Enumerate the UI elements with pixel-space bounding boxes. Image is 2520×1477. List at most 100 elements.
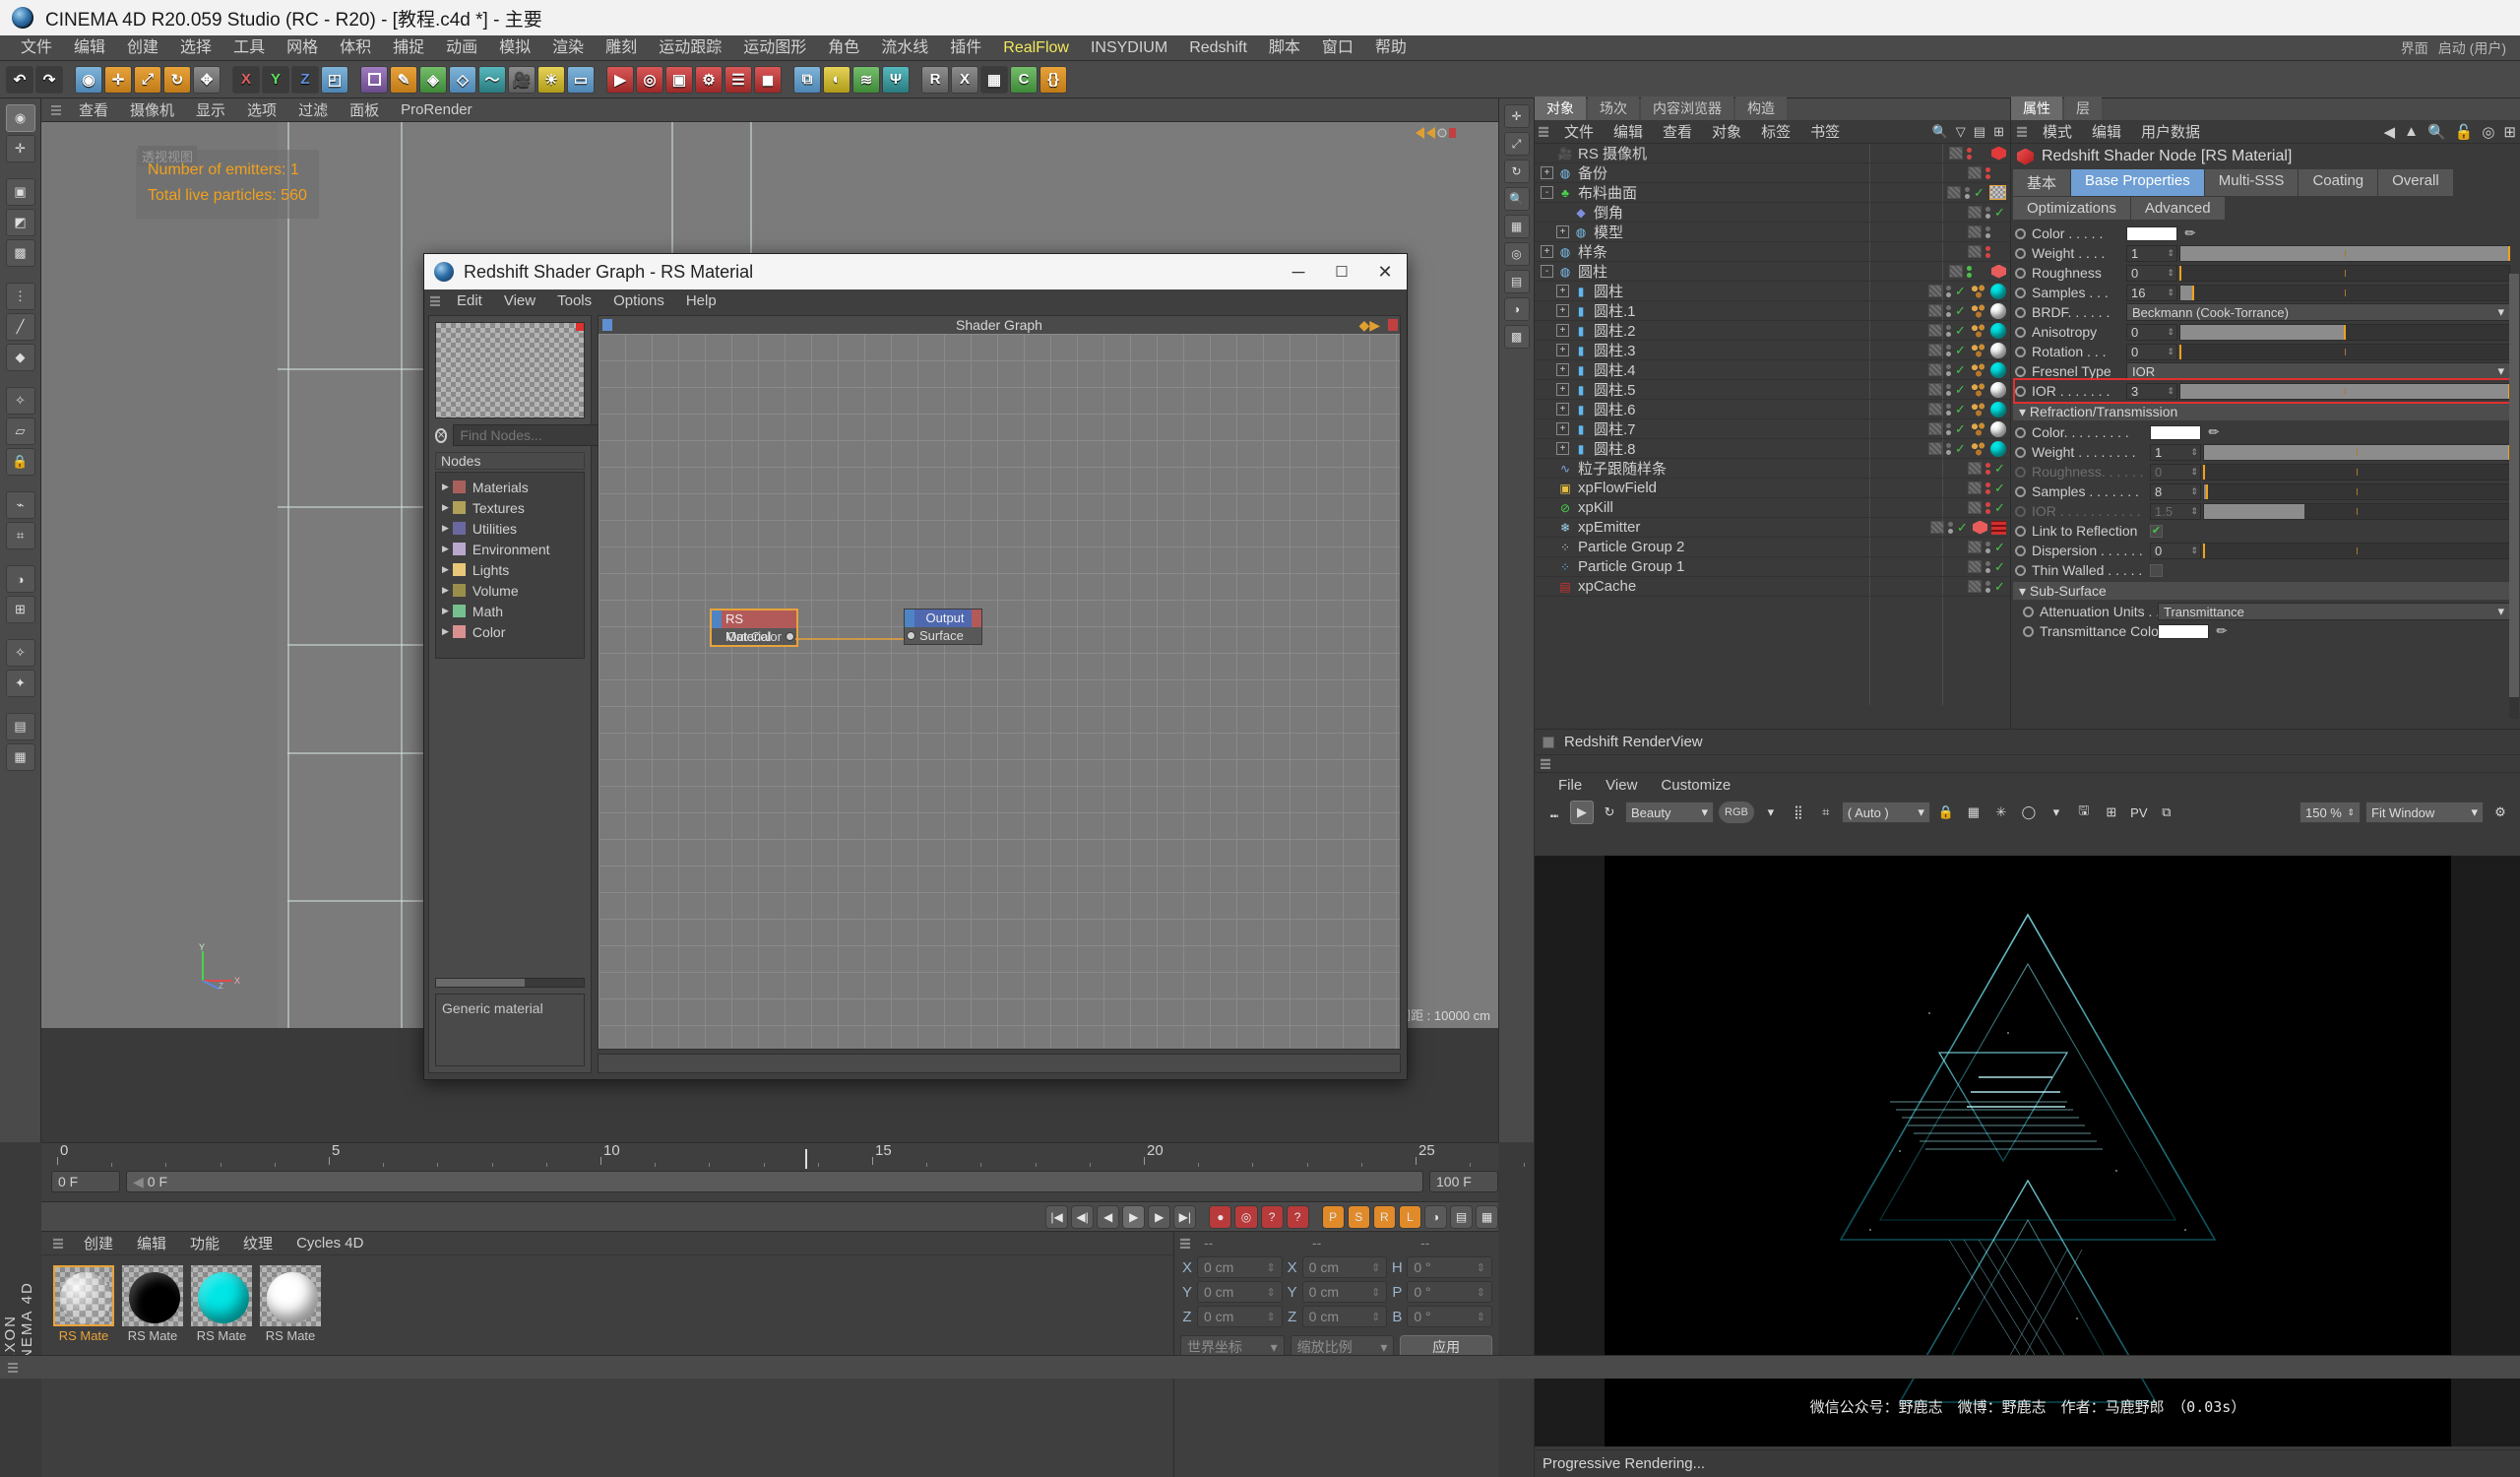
layer-color-swatch[interactable] bbox=[1949, 147, 1963, 160]
property-slider[interactable] bbox=[2203, 464, 2510, 481]
property-dropdown[interactable]: Beckmann (Cook-Torrance)▾ bbox=[2126, 303, 2510, 321]
render-queue-icon[interactable]: ☰ bbox=[724, 66, 752, 94]
property-row-roughness[interactable]: Roughness. . . . . .0⇕ bbox=[2011, 462, 2520, 482]
material-tag-icon[interactable] bbox=[1990, 284, 2006, 299]
object-row[interactable]: +▮圆柱.1✓ bbox=[1535, 301, 2010, 321]
object-row[interactable]: -◍圆柱 bbox=[1535, 262, 2010, 282]
material-swatch[interactable] bbox=[260, 1265, 321, 1326]
tree-expander[interactable]: + bbox=[1556, 442, 1569, 455]
eyedropper-icon[interactable]: ✎ bbox=[2213, 621, 2232, 640]
pv-icon[interactable]: PV bbox=[2127, 801, 2151, 824]
layer-color-swatch[interactable] bbox=[1968, 462, 1982, 475]
slider-knob[interactable] bbox=[2203, 544, 2205, 558]
bend-deformer-icon[interactable]: 〜 bbox=[478, 66, 506, 94]
property-tab-optimizations[interactable]: Optimizations bbox=[2013, 197, 2130, 220]
tree-expander[interactable]: ▶ bbox=[442, 523, 449, 534]
layer-color-swatch[interactable] bbox=[1928, 363, 1942, 376]
material-menubar[interactable]: 创建编辑功能纹理Cycles 4D bbox=[41, 1232, 1173, 1255]
tool-uv-icon[interactable]: ⊞ bbox=[6, 596, 35, 623]
panel-grip-icon[interactable] bbox=[430, 295, 440, 306]
object-menu-标签[interactable]: 标签 bbox=[1751, 121, 1800, 142]
tree-expander[interactable]: + bbox=[1556, 324, 1569, 337]
menu-item-流水线[interactable]: 流水线 bbox=[870, 35, 939, 61]
key-param-icon[interactable]: ? bbox=[1287, 1205, 1309, 1229]
object-manager-icons[interactable]: 🔍 ▽ ▤ ⊞ bbox=[1932, 124, 2004, 140]
tree-expander[interactable]: ▶ bbox=[442, 585, 449, 596]
slider-knob[interactable] bbox=[2192, 286, 2194, 300]
visibility-dots[interactable] bbox=[1985, 463, 1990, 475]
ratio-select[interactable]: ( Auto )▾ bbox=[1842, 802, 1930, 823]
property-number-field[interactable]: 0⇕ bbox=[2150, 543, 2201, 559]
object-enabled-check[interactable]: ✓ bbox=[1994, 579, 2006, 595]
xparticles-tag-icon[interactable] bbox=[1971, 442, 1986, 456]
menu-item-插件[interactable]: 插件 bbox=[939, 35, 992, 61]
property-row-ior[interactable]: IOR . . . . . . . . . . .1.5⇕ bbox=[2011, 501, 2520, 521]
zoom-field[interactable]: 150 %⇕ bbox=[2300, 802, 2361, 823]
coordinate-row[interactable]: Y0 cm⇕Y0 cm⇕P0 °⇕ bbox=[1180, 1281, 1492, 1303]
tool-object-mode-icon[interactable]: ◩ bbox=[6, 209, 35, 236]
tree-expander[interactable]: - bbox=[1541, 186, 1553, 199]
group-subsurface[interactable]: ▾ Sub-Surface bbox=[2013, 582, 2510, 600]
attribute-scrollbar[interactable] bbox=[2509, 274, 2519, 719]
property-port-toggle[interactable] bbox=[2015, 467, 2026, 478]
color-swatch[interactable] bbox=[2158, 624, 2209, 639]
object-row[interactable]: +▮圆柱.3✓ bbox=[1535, 341, 2010, 360]
node-input-port[interactable] bbox=[905, 610, 914, 627]
object-enabled-check[interactable]: ✓ bbox=[1955, 284, 1967, 299]
object-row[interactable]: ∿粒子跟随样条✓ bbox=[1535, 459, 2010, 479]
render-region-icon[interactable]: ◎ bbox=[636, 66, 663, 94]
object-enabled-check[interactable]: ✓ bbox=[1994, 540, 2006, 555]
property-slider[interactable] bbox=[2179, 383, 2510, 400]
xparticles-tag-icon[interactable] bbox=[1971, 422, 1986, 436]
object-row-tags[interactable]: ✓ bbox=[1928, 441, 2010, 457]
redshift-tag-icon[interactable] bbox=[1973, 521, 1987, 535]
coord-position-z-input[interactable]: 0 cm⇕ bbox=[1197, 1306, 1283, 1327]
property-row-rotation[interactable]: Rotation . . .0⇕ bbox=[2011, 342, 2520, 361]
prev-key-icon[interactable]: ◀| bbox=[1071, 1205, 1094, 1229]
property-slider[interactable] bbox=[2203, 483, 2510, 500]
spline-pen-icon[interactable]: ✎ bbox=[390, 66, 417, 94]
object-row-tags[interactable] bbox=[1949, 147, 2010, 161]
attribute-manager-icons[interactable]: ◀ ▲ 🔍 🔓 ◎ ⊞ bbox=[2384, 123, 2516, 141]
viewport-menu-显示[interactable]: 显示 bbox=[186, 99, 235, 120]
render-view-grip[interactable] bbox=[1535, 755, 2520, 773]
vp-zoom-icon[interactable]: 🔍 bbox=[1504, 187, 1530, 211]
object-row-tags[interactable]: ✓ bbox=[1928, 303, 2010, 319]
node-rs-material[interactable]: RS Material Out Color bbox=[710, 609, 798, 647]
eyedropper-icon[interactable]: ✎ bbox=[2205, 422, 2224, 441]
object-row[interactable]: ▤xpCache✓ bbox=[1535, 577, 2010, 597]
color-swatch[interactable] bbox=[2126, 226, 2177, 241]
object-menu-对象[interactable]: 对象 bbox=[1702, 121, 1751, 142]
visibility-dots[interactable] bbox=[1946, 384, 1951, 396]
maximize-icon[interactable]: ⊞ bbox=[2503, 123, 2516, 141]
object-row-tags[interactable]: ✓ bbox=[1928, 362, 2010, 378]
tree-expander[interactable]: + bbox=[1556, 285, 1569, 297]
tree-expander[interactable]: + bbox=[1556, 344, 1569, 356]
property-number-field[interactable]: 1⇕ bbox=[2150, 444, 2201, 461]
property-slider[interactable] bbox=[2179, 285, 2510, 301]
back-nav-icon[interactable]: ◀ bbox=[2384, 123, 2396, 141]
panel-grip-icon[interactable] bbox=[8, 1362, 18, 1373]
object-row-tags[interactable]: ✓ bbox=[1968, 461, 2010, 477]
object-row-tags[interactable]: ✓ bbox=[1968, 559, 2010, 575]
object-row-tags[interactable]: ✓ bbox=[1928, 284, 2010, 299]
stepper-icon[interactable]: ⇕ bbox=[1477, 1311, 1485, 1323]
axis-y-icon[interactable]: Y bbox=[262, 66, 289, 94]
vp-filter-icon[interactable]: ▩ bbox=[1504, 325, 1530, 349]
viewport-menu-面板[interactable]: 面板 bbox=[340, 99, 389, 120]
layer-color-swatch[interactable] bbox=[1949, 265, 1963, 278]
object-menu-书签[interactable]: 书签 bbox=[1800, 121, 1850, 142]
tool-grid-icon[interactable]: ▦ bbox=[6, 743, 35, 771]
object-enabled-check[interactable]: ✓ bbox=[1957, 520, 1969, 536]
tool-viewport-solo-icon[interactable]: ◑ bbox=[6, 565, 35, 593]
node-output[interactable]: Output Surface bbox=[904, 609, 982, 645]
property-row-dispersion[interactable]: Dispersion . . . . . .0⇕ bbox=[2011, 541, 2520, 560]
tool-quantize-icon[interactable]: ⌗ bbox=[6, 522, 35, 549]
panel-grip-icon[interactable] bbox=[1180, 1238, 1190, 1249]
layer-color-swatch[interactable] bbox=[1928, 442, 1942, 455]
material-menu-功能[interactable]: 功能 bbox=[179, 1233, 230, 1253]
menu-item-Redshift[interactable]: Redshift bbox=[1178, 35, 1258, 61]
property-port-toggle[interactable] bbox=[2023, 607, 2034, 617]
object-row-tags[interactable] bbox=[1968, 225, 2010, 238]
property-slider[interactable] bbox=[2179, 265, 2510, 282]
